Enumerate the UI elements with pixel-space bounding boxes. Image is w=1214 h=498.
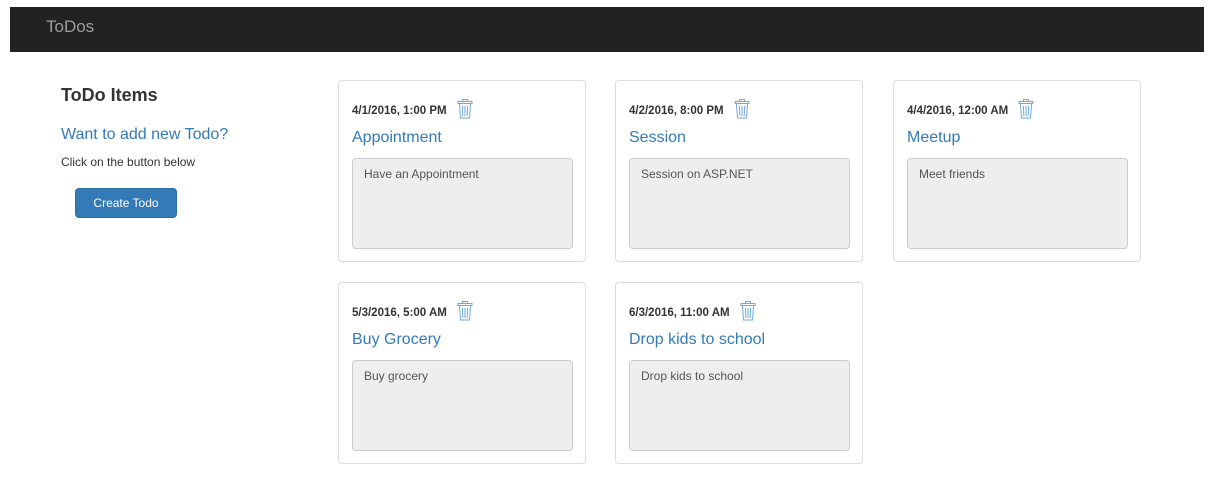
todo-title[interactable]: Buy Grocery <box>352 331 441 349</box>
todo-description: Session on ASP.NET <box>629 158 850 249</box>
todo-date-row: 4/4/2016, 12:00 AM <box>907 99 1034 119</box>
trash-icon[interactable] <box>740 301 756 321</box>
todo-description: Buy grocery <box>352 360 573 451</box>
todo-card: 6/3/2016, 11:00 AM Drop kids to school D… <box>615 282 863 464</box>
trash-icon[interactable] <box>457 301 473 321</box>
sidebar: ToDo Items Want to add new Todo? Click o… <box>61 84 311 218</box>
todo-datetime: 4/4/2016, 12:00 AM <box>907 105 1009 117</box>
todo-description: Have an Appointment <box>352 158 573 249</box>
todo-datetime: 4/1/2016, 1:00 PM <box>352 105 447 117</box>
section-heading: ToDo Items <box>61 85 158 105</box>
todo-card: 4/2/2016, 8:00 PM Session Session on ASP… <box>615 80 863 262</box>
todo-date-row: 4/2/2016, 8:00 PM <box>629 99 750 119</box>
create-todo-button[interactable]: Create Todo <box>75 188 177 218</box>
todo-date-row: 6/3/2016, 11:00 AM <box>629 301 756 321</box>
todo-date-row: 4/1/2016, 1:00 PM <box>352 99 473 119</box>
todo-description: Drop kids to school <box>629 360 850 451</box>
todo-card: 4/4/2016, 12:00 AM Meetup Meet friends <box>893 80 1141 262</box>
create-hint: Click on the button below <box>61 155 196 169</box>
add-todo-prompt: Want to add new Todo? <box>61 126 229 143</box>
todo-datetime: 5/3/2016, 5:00 AM <box>352 307 447 319</box>
trash-icon[interactable] <box>457 99 473 119</box>
todo-title[interactable]: Drop kids to school <box>629 331 765 349</box>
todo-datetime: 6/3/2016, 11:00 AM <box>629 307 730 319</box>
todo-title[interactable]: Appointment <box>352 129 442 147</box>
todo-title[interactable]: Session <box>629 129 686 147</box>
todo-description: Meet friends <box>907 158 1128 249</box>
todo-card: 4/1/2016, 1:00 PM Appointment Have an Ap… <box>338 80 586 262</box>
trash-icon[interactable] <box>734 99 750 119</box>
trash-icon[interactable] <box>1018 99 1034 119</box>
todo-title[interactable]: Meetup <box>907 129 960 147</box>
todo-card: 5/3/2016, 5:00 AM Buy Grocery Buy grocer… <box>338 282 586 464</box>
todo-date-row: 5/3/2016, 5:00 AM <box>352 301 473 321</box>
brand-link[interactable]: ToDos <box>46 17 94 37</box>
todo-datetime: 4/2/2016, 8:00 PM <box>629 105 724 117</box>
navbar: ToDos <box>10 7 1204 52</box>
